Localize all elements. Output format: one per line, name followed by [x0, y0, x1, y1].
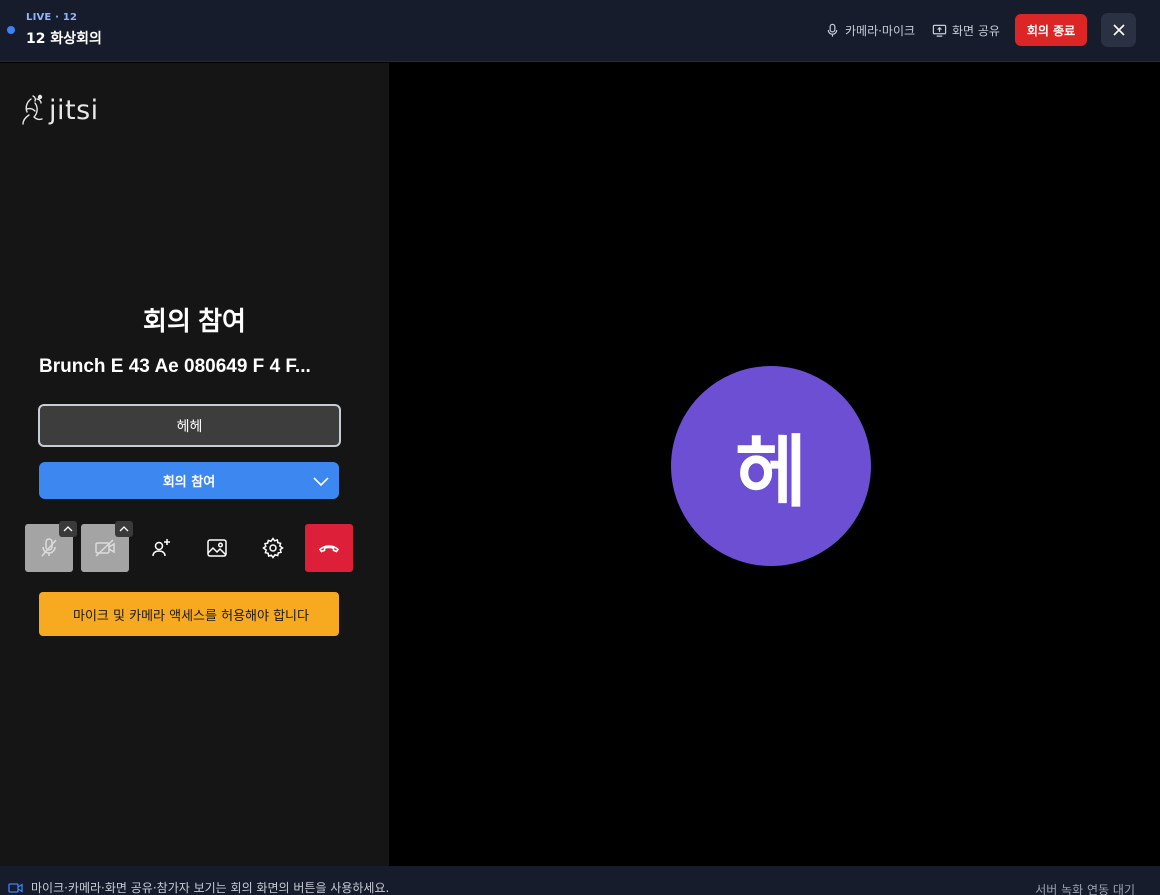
image-icon [207, 539, 227, 557]
live-label: LIVE · 12 [26, 12, 78, 23]
close-button[interactable] [1101, 13, 1136, 47]
chevron-down-icon[interactable] [312, 472, 330, 490]
permission-warning: 마이크 및 카메라 액세스를 허용해야 합니다 [39, 592, 339, 636]
camera-options-caret[interactable] [115, 521, 133, 537]
jitsi-logo-icon [22, 94, 43, 125]
video-stage: 헤 [389, 63, 1160, 866]
prejoin-title: 회의 참여 [143, 306, 246, 336]
microphone-options-caret[interactable] [59, 521, 77, 537]
hangup-button[interactable] [305, 524, 353, 572]
jitsi-logo-text: jitsi [49, 94, 99, 126]
camera-mic-label: 카메라·마이크 [845, 23, 916, 38]
virtual-background-button[interactable] [193, 524, 241, 572]
camera-mic-button[interactable]: 카메라·마이크 [825, 20, 915, 40]
invite-button[interactable] [137, 524, 185, 572]
participant-avatar: 헤 [671, 366, 871, 566]
recording-status: 서버 녹화 연동 대기 [1035, 883, 1135, 895]
video-camera-icon [8, 882, 23, 893]
gear-icon [262, 537, 284, 559]
display-name-input[interactable] [38, 404, 341, 447]
close-icon [1112, 24, 1125, 36]
screen-share-label: 화면 공유 [952, 23, 1000, 38]
camera-off-icon [95, 539, 115, 557]
chevron-up-icon [63, 526, 73, 532]
prejoin-panel: jitsi 회의 참여 Brunch E 43 Ae 080649 F 4 F.… [0, 63, 389, 866]
bottom-bar: 마이크·카메라·화면 공유·참가자 보기는 회의 화면의 버튼을 사용하세요. … [0, 866, 1160, 895]
bottom-hint: 마이크·카메라·화면 공유·참가자 보기는 회의 화면의 버튼을 사용하세요. [8, 879, 389, 895]
join-meeting-label: 회의 참여 [162, 475, 216, 490]
screen-share-icon [932, 24, 947, 37]
chevron-up-icon [119, 526, 129, 532]
top-bar: LIVE · 12 12 화상회의 카메라·마이크 화면 공유 회의 종료 [0, 0, 1160, 62]
microphone-icon [827, 23, 838, 37]
end-meeting-button[interactable]: 회의 종료 [1015, 14, 1087, 46]
live-indicator-dot [7, 26, 15, 34]
microphone-muted-icon [41, 538, 57, 557]
jitsi-logo: jitsi [20, 93, 99, 127]
join-meeting-button[interactable]: 회의 참여 [39, 462, 339, 499]
bottom-hint-text: 마이크·카메라·화면 공유·참가자 보기는 회의 화면의 버튼을 사용하세요. [31, 881, 390, 895]
room-name: Brunch E 43 Ae 080649 F 4 F... [39, 356, 311, 377]
settings-button[interactable] [249, 524, 297, 572]
hangup-icon [318, 545, 340, 553]
add-user-icon [152, 539, 170, 557]
meeting-title: 12 화상회의 [26, 31, 102, 47]
screen-share-button[interactable]: 화면 공유 [932, 20, 1000, 40]
